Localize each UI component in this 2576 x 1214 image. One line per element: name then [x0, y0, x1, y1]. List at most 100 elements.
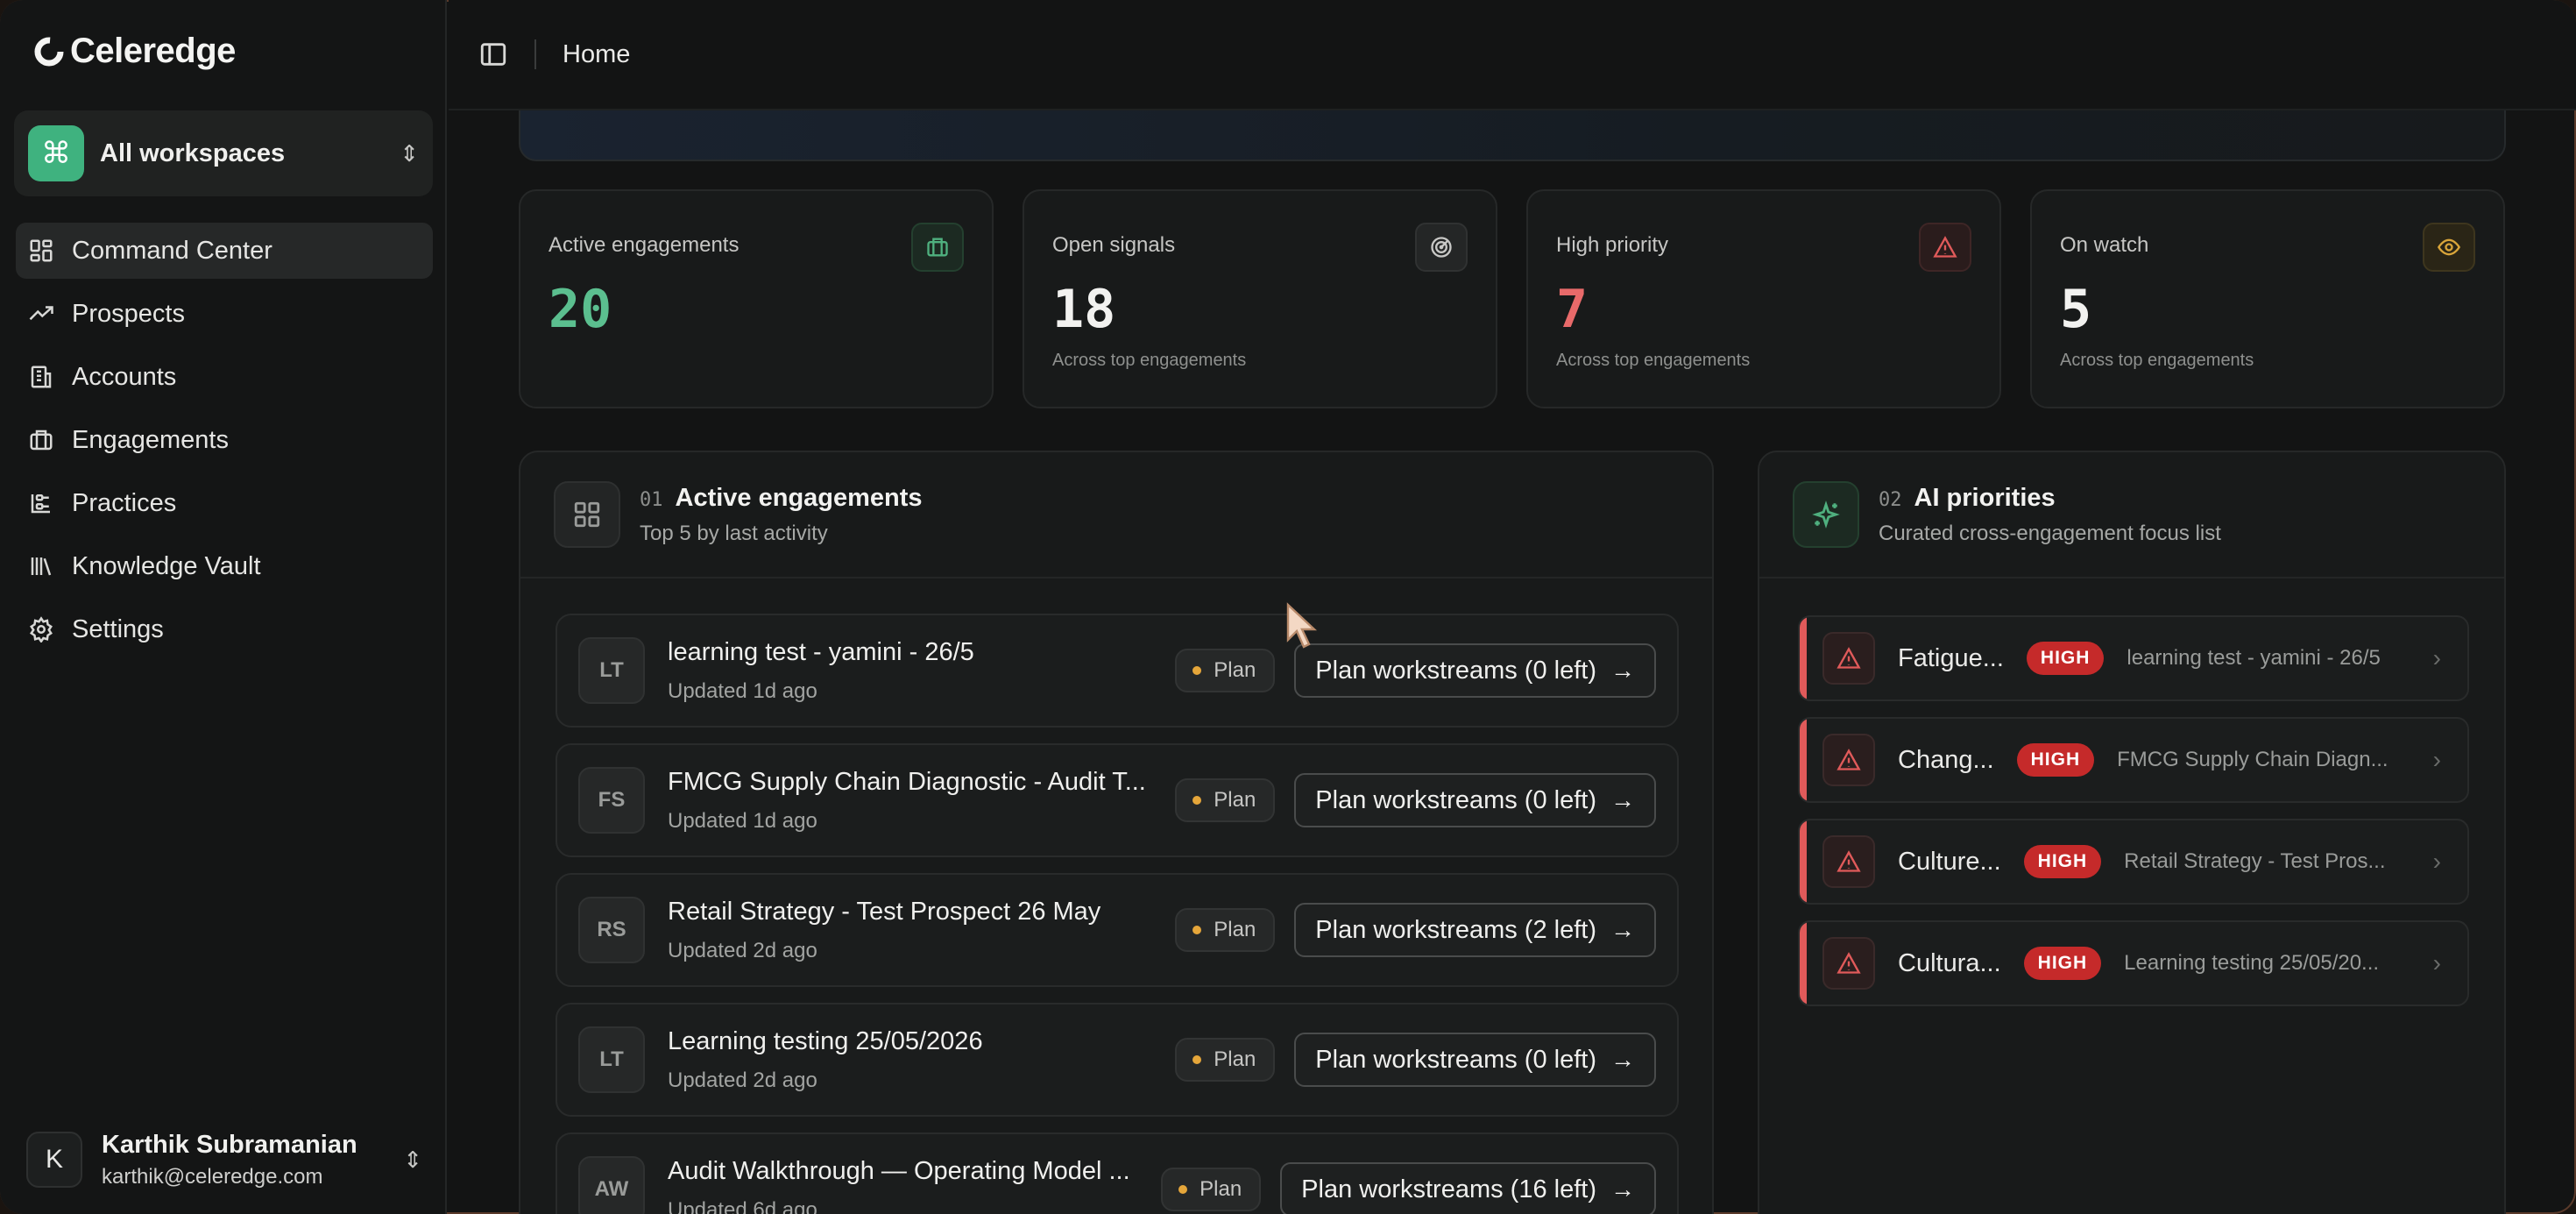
sidebar-item-command-center[interactable]: Command Center	[16, 223, 433, 279]
sidebar-item-accounts[interactable]: Accounts	[16, 349, 433, 405]
grid-icon	[554, 481, 620, 548]
list-item[interactable]: RS Retail Strategy - Test Prospect 26 Ma…	[556, 873, 1679, 987]
status-dot	[1192, 926, 1202, 934]
stat-card-high-priority: High priority 7 Across top engagements	[1526, 189, 2001, 408]
workspace-label: All workspaces	[100, 138, 286, 167]
engagement-initials: LT	[578, 1026, 645, 1093]
sidebar-item-label: Settings	[72, 614, 164, 643]
stat-value: 18	[1052, 279, 1116, 340]
status-dot	[1178, 1185, 1188, 1194]
panel-header: 01 Active engagements Top 5 by last acti…	[520, 452, 1712, 579]
alert-icon	[1822, 937, 1875, 990]
sidebar-item-knowledge-vault[interactable]: Knowledge Vault	[16, 538, 433, 594]
panel-header: 02 AI priorities Curated cross-engagemen…	[1759, 452, 2504, 579]
arrow-right-icon: →	[1610, 786, 1635, 813]
engagement-name: Learning testing 25/05/2026	[668, 1026, 983, 1055]
stage-badge: Plan	[1161, 1168, 1262, 1211]
button-label: Plan workstreams (2 left)	[1315, 915, 1596, 944]
list-item[interactable]: LT Learning testing 25/05/2026 Updated 2…	[556, 1003, 1679, 1117]
engagement-name: Audit Walkthrough — Operating Model ...	[668, 1156, 1130, 1185]
engagement-updated: Updated 6d ago	[668, 1197, 817, 1214]
stage-label: Plan	[1214, 658, 1256, 682]
priority-title: Fatigue...	[1898, 643, 2004, 672]
stat-value: 5	[2060, 279, 2092, 340]
engagement-name: Retail Strategy - Test Prospect 26 May	[668, 897, 1101, 926]
priority-badge: HIGH	[2023, 947, 2102, 980]
sidebar-item-label: Engagements	[72, 425, 229, 454]
panel-subtitle: Curated cross-engagement focus list	[1879, 521, 2221, 545]
chevron-right-icon: ›	[2432, 848, 2441, 875]
priority-engagement: learning test - yamini - 26/5	[2127, 646, 2381, 670]
plan-workstreams-button[interactable]: Plan workstreams (0 left) →	[1294, 1033, 1656, 1087]
app-logo[interactable]: Celeredge	[33, 32, 236, 71]
alert-icon	[1822, 632, 1875, 685]
arrow-right-icon: →	[1610, 657, 1635, 684]
panel-title: Active engagements	[675, 483, 923, 512]
engagement-updated: Updated 1d ago	[668, 678, 817, 703]
user-email: karthik@celeredge.com	[102, 1164, 323, 1189]
stage-badge: Plan	[1175, 908, 1276, 952]
alert-icon	[1822, 734, 1875, 786]
avatar: K	[26, 1132, 82, 1188]
list-item[interactable]: LT learning test - yamini - 26/5 Updated…	[556, 614, 1679, 728]
plan-workstreams-button[interactable]: Plan workstreams (0 left) →	[1294, 773, 1656, 827]
mouse-cursor-icon	[1286, 602, 1318, 649]
stat-subtitle: Across top engagements	[2060, 351, 2254, 370]
stage-badge: Plan	[1175, 1038, 1276, 1082]
stat-label: High priority	[1556, 233, 1669, 257]
stat-value: 20	[548, 279, 612, 340]
stage-badge: Plan	[1175, 778, 1276, 822]
engagement-initials: LT	[578, 637, 645, 704]
panel-number: 02	[1879, 488, 1902, 511]
sparkles-icon	[1793, 481, 1859, 548]
sidebar-item-settings[interactable]: Settings	[16, 601, 433, 657]
breadcrumb: Home	[563, 39, 631, 68]
sidebar-item-prospects[interactable]: Prospects	[16, 286, 433, 342]
chevron-right-icon: ›	[2432, 949, 2441, 976]
user-menu[interactable]: K Karthik Subramanian karthik@celeredge.…	[16, 1127, 433, 1192]
sidebar-item-label: Command Center	[72, 236, 272, 265]
priority-title: Cultura...	[1898, 948, 2001, 977]
engagement-updated: Updated 2d ago	[668, 938, 817, 962]
sidebar-nav: Command Center Prospects Accounts Engage…	[16, 223, 433, 664]
engagement-initials: RS	[578, 897, 645, 963]
sidebar-item-label: Knowledge Vault	[72, 551, 261, 580]
priority-item[interactable]: Fatigue... HIGH learning test - yamini -…	[1798, 615, 2469, 701]
sidebar-item-engagements[interactable]: Engagements	[16, 412, 433, 468]
sidebar-item-practices[interactable]: Practices	[16, 475, 433, 531]
trending-up-icon	[29, 306, 53, 321]
list-item[interactable]: AW Audit Walkthrough — Operating Model .…	[556, 1132, 1679, 1214]
arrow-right-icon: →	[1610, 916, 1635, 943]
plan-workstreams-button[interactable]: Plan workstreams (2 left) →	[1294, 903, 1656, 957]
priority-item[interactable]: Cultura... HIGH Learning testing 25/05/2…	[1798, 920, 2469, 1006]
stage-label: Plan	[1214, 788, 1256, 812]
list-item[interactable]: FS FMCG Supply Chain Diagnostic - Audit …	[556, 743, 1679, 857]
workspace-switcher[interactable]: ⌘ All workspaces ⇕	[14, 110, 433, 196]
stage-label: Plan	[1214, 918, 1256, 941]
stat-card-on-watch: On watch 5 Across top engagements	[2030, 189, 2505, 408]
stat-subtitle: Across top engagements	[1556, 351, 1751, 370]
priority-engagement: FMCG Supply Chain Diagn...	[2117, 748, 2388, 771]
priority-engagement: Retail Strategy - Test Pros...	[2124, 849, 2386, 873]
plan-workstreams-button[interactable]: Plan workstreams (16 left) →	[1280, 1162, 1656, 1214]
engagement-updated: Updated 1d ago	[668, 808, 817, 833]
priority-badge: HIGH	[2026, 642, 2105, 675]
stat-card-active-engagements: Active engagements 20	[519, 189, 994, 408]
panel-number: 01	[640, 488, 663, 511]
stat-subtitle: Across top engagements	[1052, 351, 1247, 370]
stage-badge: Plan	[1175, 649, 1276, 692]
priority-item[interactable]: Chang... HIGH FMCG Supply Chain Diagn...…	[1798, 717, 2469, 803]
building-icon	[31, 366, 52, 388]
command-icon: ⌘	[28, 125, 84, 181]
priority-item[interactable]: Culture... HIGH Retail Strategy - Test P…	[1798, 819, 2469, 905]
stage-label: Plan	[1200, 1177, 1242, 1201]
logo-icon	[34, 37, 64, 66]
radar-icon	[1415, 223, 1468, 272]
stat-card-open-signals: Open signals 18 Across top engagements	[1023, 189, 1497, 408]
sidebar-toggle-icon[interactable]	[478, 39, 508, 69]
gear-icon	[30, 616, 53, 642]
plan-workstreams-button[interactable]: Plan workstreams (0 left) →	[1294, 643, 1656, 698]
priority-title: Chang...	[1898, 745, 1994, 774]
alert-icon	[1822, 835, 1875, 888]
engagement-initials: AW	[578, 1156, 645, 1214]
